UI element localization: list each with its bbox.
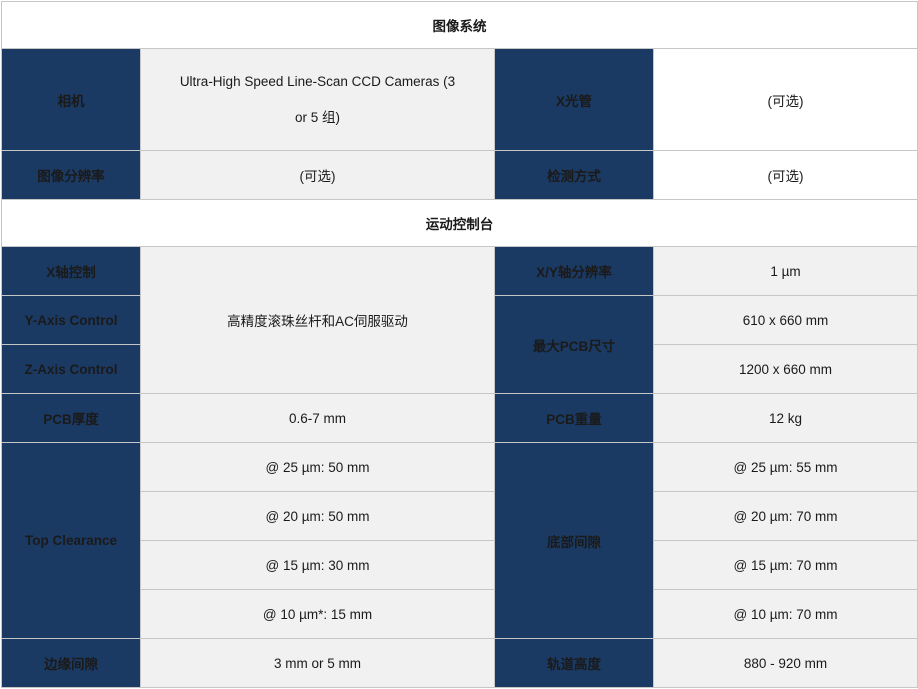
row-value-image-resolution: (可选) <box>140 150 495 200</box>
row-value-rail-height: 880 - 920 mm <box>653 638 918 688</box>
row-label-xy-resolution: X/Y轴分辨率 <box>494 246 654 296</box>
row-value-max-pcb-size-2: 1200 x 660 mm <box>653 344 918 394</box>
section-title-imaging-system: 图像系统 <box>1 1 918 49</box>
table-row: X轴控制 高精度滚珠丝杆和AC伺服驱动 X/Y轴分辨率 1 µm <box>1 246 918 394</box>
row-value-bottom-clearance-10um: @ 10 µm: 70 mm <box>653 589 918 639</box>
row-label-y-axis-control: Y-Axis Control <box>1 295 141 345</box>
row-label-edge-clearance: 边缘间隙 <box>1 638 141 688</box>
row-label-inspection-mode: 检测方式 <box>494 150 654 200</box>
row-value-bottom-clearance-15um: @ 15 µm: 70 mm <box>653 540 918 590</box>
row-label-camera: 相机 <box>1 48 141 151</box>
row-label-z-axis-control: Z-Axis Control <box>1 344 141 394</box>
row-value-xy-resolution: 1 µm <box>653 246 918 296</box>
row-label-xray-tube: X光管 <box>494 48 654 151</box>
row-value-top-clearance-15um: @ 15 µm: 30 mm <box>140 540 495 590</box>
row-value-top-clearance-10um: @ 10 µm*: 15 mm <box>140 589 495 639</box>
row-value-top-clearance-20um: @ 20 µm: 50 mm <box>140 491 495 541</box>
section-title-motion-control-stage: 运动控制台 <box>1 199 918 247</box>
row-value-top-clearance-25um: @ 25 µm: 50 mm <box>140 442 495 492</box>
row-value-edge-clearance: 3 mm or 5 mm <box>140 638 495 688</box>
row-value-inspection-mode: (可选) <box>653 150 918 200</box>
table-row: 图像分辨率 (可选) 检测方式 (可选) <box>1 150 918 200</box>
table-row: 边缘间隙 3 mm or 5 mm 轨道高度 880 - 920 mm <box>1 638 918 688</box>
row-value-bottom-clearance-20um: @ 20 µm: 70 mm <box>653 491 918 541</box>
specification-table: 图像系统 相机 Ultra-High Speed Line-Scan CCD C… <box>1 1 918 688</box>
row-label-pcb-weight: PCB重量 <box>494 393 654 443</box>
table-row: PCB厚度 0.6-7 mm PCB重量 12 kg <box>1 393 918 443</box>
row-label-rail-height: 轨道高度 <box>494 638 654 688</box>
row-label-image-resolution: 图像分辨率 <box>1 150 141 200</box>
row-label-x-axis-control: X轴控制 <box>1 246 141 296</box>
row-value-drive-system: 高精度滚珠丝杆和AC伺服驱动 <box>140 246 495 394</box>
camera-value-line-2: or 5 组) <box>294 109 340 125</box>
row-value-max-pcb-size-1: 610 x 660 mm <box>653 295 918 345</box>
row-label-bottom-clearance: 底部间隙 <box>494 442 654 639</box>
table-row: Top Clearance @ 25 µm: 50 mm 底部间隙 @ 25 µ… <box>1 442 918 639</box>
row-label-top-clearance: Top Clearance <box>1 442 141 639</box>
row-label-pcb-thickness: PCB厚度 <box>1 393 141 443</box>
section-header-row-motion: 运动控制台 <box>1 199 918 247</box>
section-header-row-imaging: 图像系统 <box>1 1 918 49</box>
table-row: 相机 Ultra-High Speed Line-Scan CCD Camera… <box>1 48 918 151</box>
camera-value-line-1: Ultra-High Speed Line-Scan CCD Cameras (… <box>179 74 456 90</box>
row-value-pcb-weight: 12 kg <box>653 393 918 443</box>
row-value-xray-tube: (可选) <box>653 48 918 151</box>
row-value-bottom-clearance-25um: @ 25 µm: 55 mm <box>653 442 918 492</box>
row-label-max-pcb-size: 最大PCB尺寸 <box>494 295 654 394</box>
row-value-camera: Ultra-High Speed Line-Scan CCD Cameras (… <box>140 48 495 151</box>
row-value-pcb-thickness: 0.6-7 mm <box>140 393 495 443</box>
